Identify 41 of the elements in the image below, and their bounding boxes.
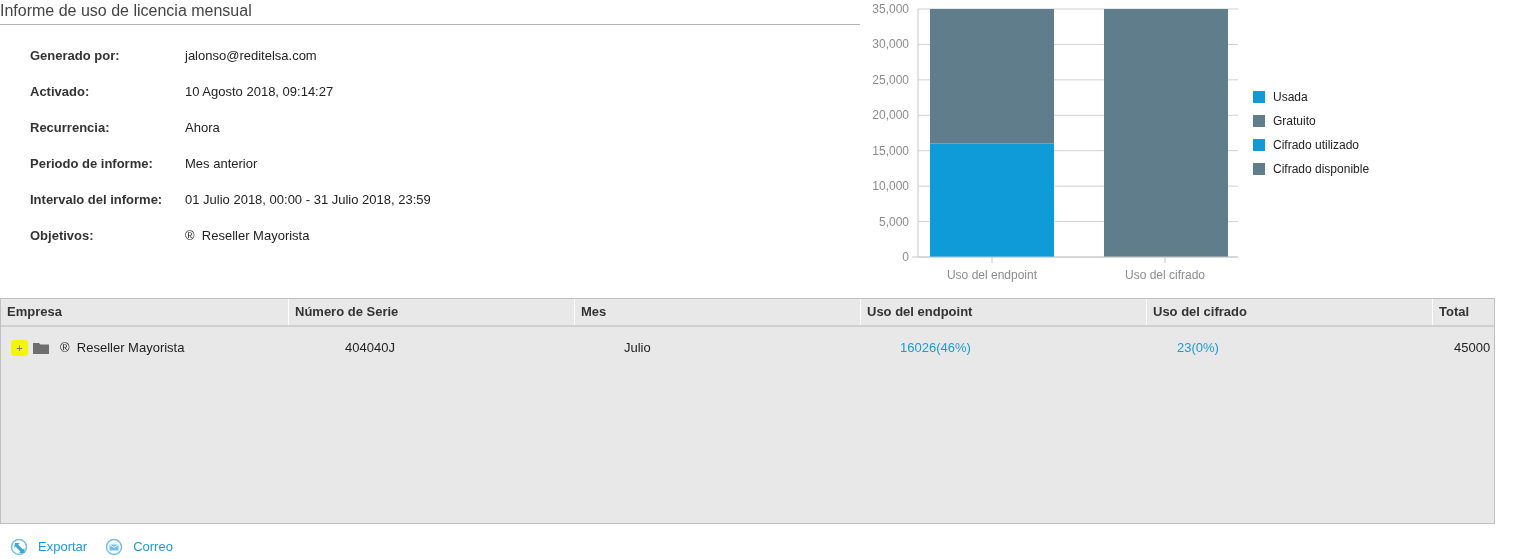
column-header[interactable]: Empresa	[1, 299, 288, 325]
field-label: Objetivos:	[30, 226, 95, 245]
axis-label: 35,000	[872, 2, 909, 16]
field-label: Recurrencia:	[30, 118, 111, 137]
axis-label: 5,000	[878, 214, 909, 229]
axis-label: 10,000	[872, 179, 909, 194]
expand-toggle[interactable]: +	[11, 340, 28, 356]
table-cell: 404040J	[345, 340, 395, 356]
legend-label: Usada	[1273, 90, 1308, 104]
axis-label: 20,000	[872, 108, 909, 123]
folder-icon	[33, 342, 49, 354]
legend-label: Cifrado disponible	[1273, 162, 1370, 176]
field-label: Activado:	[30, 82, 91, 101]
legend-label: Gratuito	[1273, 114, 1316, 128]
mail-icon	[105, 538, 124, 556]
field-value: 10 Agosto 2018, 09:14:27	[185, 82, 334, 101]
axis-label: 15,000	[872, 143, 909, 158]
table-cell: 45000	[1454, 340, 1491, 356]
column-header[interactable]: Uso del endpoint	[860, 299, 1146, 325]
field-value: 01 Julio 2018, 00:00 - 31 Julio 2018, 23:59	[185, 190, 431, 209]
field-value: ® Reseller Mayorista	[185, 226, 310, 245]
export-icon	[10, 538, 28, 556]
axis-label: 25,000	[872, 72, 909, 87]
column-header[interactable]: Mes	[574, 299, 860, 325]
field-label: Intervalo del informe:	[30, 190, 164, 209]
column-header[interactable]: Número de Serie	[288, 299, 574, 325]
field-value: Ahora	[185, 118, 220, 137]
table-cell-text: ® Reseller Mayorista	[60, 339, 185, 358]
axis-label: Uso del cifrado	[1125, 268, 1205, 282]
legend-label: Cifrado utilizado	[1273, 138, 1360, 152]
axis-label: 0	[902, 250, 909, 264]
page-title: Informe de uso de licencia mensual	[0, 1, 252, 21]
field-label: Generado por:	[30, 46, 121, 65]
field-label: Periodo de informe:	[30, 154, 154, 173]
column-header[interactable]: Uso del cifrado	[1146, 299, 1432, 325]
axis-label: Uso del endpoint	[946, 268, 1038, 282]
table-cell: Julio	[624, 340, 651, 356]
field-value: jalonso@reditelsa.com	[185, 46, 317, 65]
field-value: Mes anterior	[185, 154, 258, 173]
axis-label: 30,000	[872, 37, 909, 52]
column-header[interactable]: Total	[1432, 299, 1496, 325]
